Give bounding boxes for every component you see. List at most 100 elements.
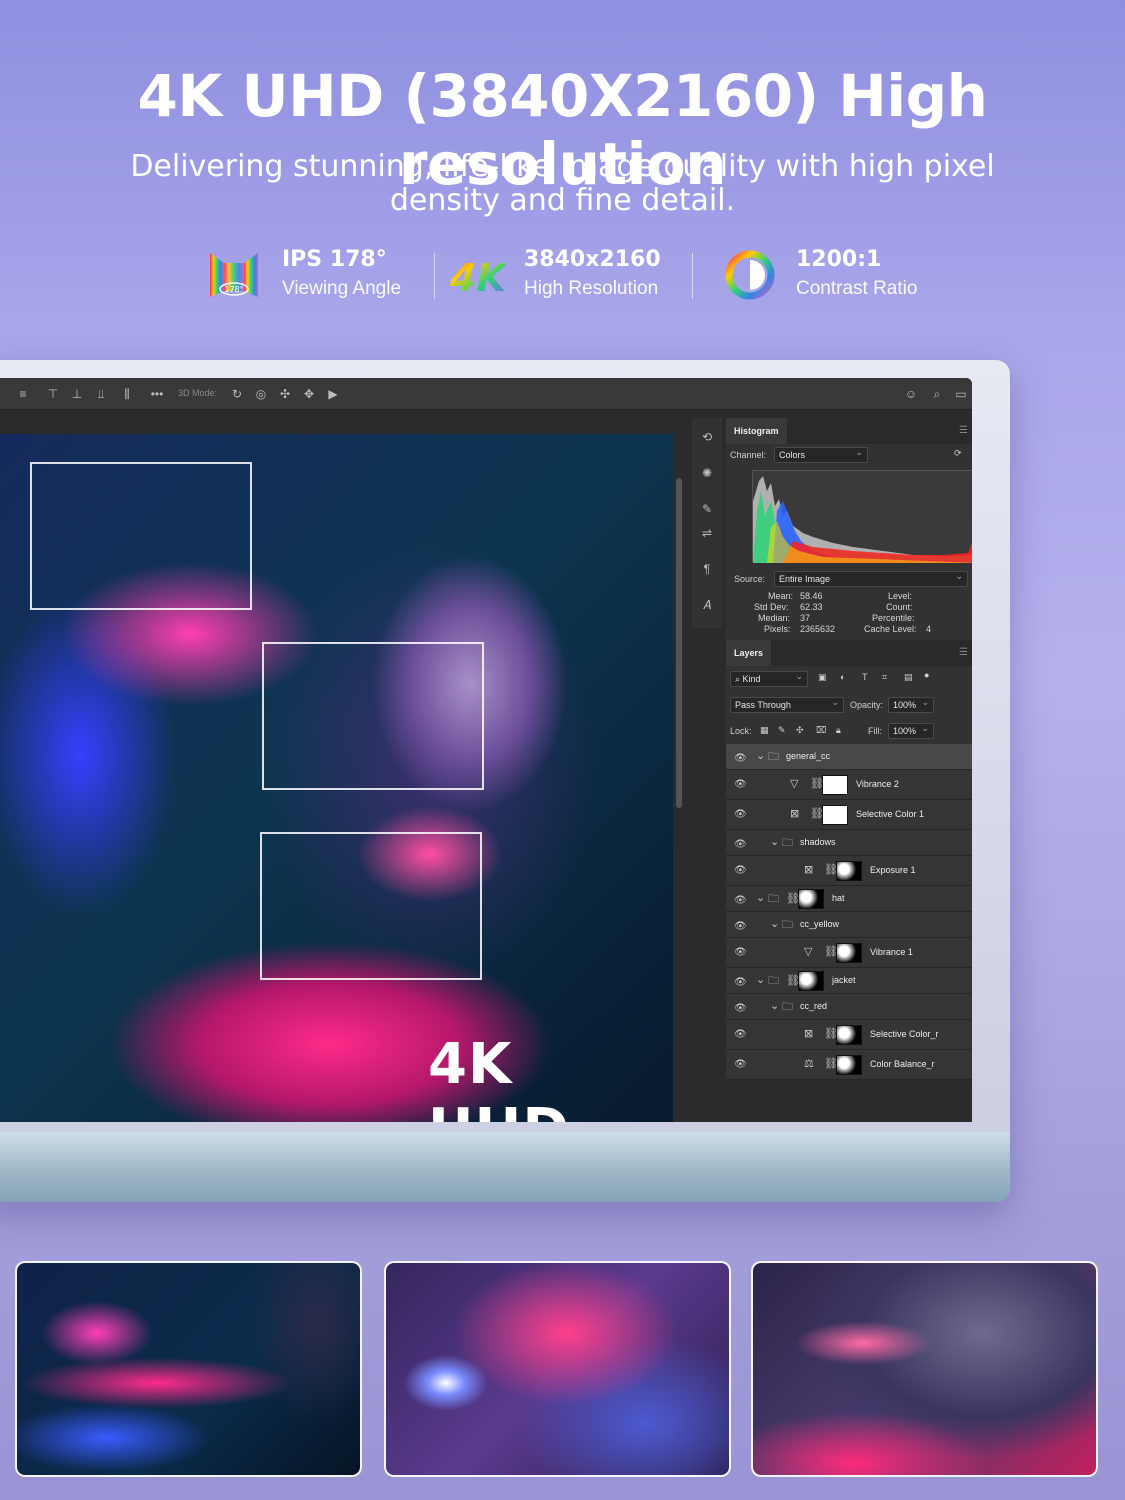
layer-filter-row: ⌕ Kind ▣ ◐ T ⌗ ▤ ● — [726, 666, 972, 692]
shape-filter-icon[interactable]: ⌗ — [882, 672, 887, 683]
3d-camera-icon[interactable]: ▶ — [326, 387, 340, 401]
visibility-eye-icon[interactable]: 👁︎ — [734, 947, 747, 959]
align-center-icon[interactable]: ≡ — [16, 387, 30, 401]
chevron-down-icon[interactable]: ⌄ — [756, 892, 765, 904]
visibility-eye-icon[interactable]: 👁︎ — [734, 753, 747, 765]
history-icon[interactable]: ⟲ — [700, 430, 714, 444]
feature-strip: 178° IPS 178° Viewing Angle 4K 3840x2160… — [200, 245, 940, 305]
visibility-eye-icon[interactable]: 👁︎ — [734, 1003, 747, 1015]
3d-slide-icon[interactable]: ✥ — [302, 387, 316, 401]
brightness-icon[interactable]: ✺ — [700, 466, 714, 480]
panel-menu-icon[interactable]: ☰ — [959, 425, 968, 436]
layer-mask-thumbnail[interactable] — [798, 971, 824, 991]
visibility-eye-icon[interactable]: 👁︎ — [734, 809, 747, 821]
folder-icon: 🗀︎ — [782, 837, 793, 849]
layer-mask-thumbnail[interactable] — [822, 805, 848, 825]
3d-rotate-icon[interactable]: ↻ — [230, 387, 244, 401]
adjustment-layer-icon: ▽ — [804, 946, 813, 958]
layer-row[interactable]: 👁︎ ⊠ ⛓︎ Exposure 1 — [726, 856, 972, 886]
adjust-sliders-icon[interactable]: ⇌ — [700, 526, 714, 540]
3d-roll-icon[interactable]: ◎ — [254, 387, 268, 401]
chevron-down-icon[interactable]: ⌄ — [756, 974, 765, 986]
visibility-eye-icon[interactable]: 👁︎ — [734, 865, 747, 877]
workspace-icon[interactable]: ▭ — [954, 387, 968, 401]
chevron-down-icon[interactable]: ⌄ — [770, 1000, 779, 1012]
adjustment-layer-icon: ⊠ — [804, 1028, 814, 1040]
chevron-down-icon[interactable]: ⌄ — [770, 836, 779, 848]
filter-toggle-icon[interactable]: ● — [924, 670, 929, 680]
lock-position-icon[interactable]: ✣ — [796, 725, 804, 736]
right-panel: Histogram ☰ Channel: Colors ⟳ Source: — [726, 418, 972, 1080]
user-icon[interactable]: ☺ — [904, 387, 918, 401]
layer-mask-thumbnail[interactable] — [836, 1055, 862, 1075]
visibility-eye-icon[interactable]: 👁︎ — [734, 779, 747, 791]
layer-row[interactable]: 👁︎ ⊠ ⛓︎ Selective Color 1 — [726, 800, 972, 830]
refresh-icon[interactable]: ⟳ — [954, 448, 962, 459]
layer-row[interactable]: 👁︎ ⊠ ⛓︎ Selective Color_r — [726, 1020, 972, 1050]
layer-row[interactable]: 👁︎ ⌄ 🗀︎ cc_red — [726, 994, 972, 1020]
search-icon[interactable]: ⌕ — [930, 387, 944, 401]
visibility-eye-icon[interactable]: 👁︎ — [734, 977, 747, 989]
options-toolbar: ≡ ⊤ ⊥ ⫫ ⫼ ••• 3D Mode: ↻ ◎ ✣ ✥ ▶ ☺ ⌕ ▭ — [0, 378, 972, 410]
layers-tab[interactable]: Layers — [726, 640, 772, 666]
canvas-scrollbar[interactable] — [676, 478, 682, 808]
adjustment-layer-icon: ⊠ — [804, 864, 814, 876]
chevron-down-icon[interactable]: ⌄ — [756, 750, 765, 762]
pixel-filter-icon[interactable]: ▣ — [818, 672, 827, 683]
smart-object-filter-icon[interactable]: ▤ — [904, 672, 913, 683]
layer-kind-filter[interactable]: ⌕ Kind — [730, 671, 808, 687]
align-top-icon[interactable]: ⊤ — [46, 387, 60, 401]
lock-artboard-icon[interactable]: ⌧ — [816, 725, 826, 736]
stat-pixels-label: Pixels: — [764, 624, 791, 634]
image-canvas[interactable]: 4K UHD — [0, 434, 673, 1122]
layer-row[interactable]: 👁︎ ▽ ⛓︎ Vibrance 1 — [726, 938, 972, 968]
layer-row[interactable]: 👁︎ ⌄ 🗀︎ shadows — [726, 830, 972, 856]
stat-median-label: Median: — [758, 613, 791, 623]
more-options-icon[interactable]: ••• — [150, 387, 164, 401]
layer-row[interactable]: 👁︎ ⌄ 🗀︎ ⛓︎ jacket — [726, 968, 972, 994]
folder-icon: 🗀︎ — [782, 919, 793, 931]
lock-transparent-icon[interactable]: ▦ — [760, 725, 769, 736]
visibility-eye-icon[interactable]: 👁︎ — [734, 1059, 747, 1071]
histogram-tab[interactable]: Histogram — [726, 418, 787, 444]
brush-icon[interactable]: ✎ — [700, 502, 714, 516]
layer-row[interactable]: 👁︎ ▽ ⛓︎ Vibrance 2 — [726, 770, 972, 800]
source-select[interactable]: Entire Image — [774, 571, 968, 587]
layer-row[interactable]: 👁︎ ⌄ 🗀︎ general_cc — [726, 744, 972, 770]
opacity-input[interactable]: 100% — [888, 697, 934, 713]
type-filter-icon[interactable]: T — [862, 672, 868, 682]
channel-select[interactable]: Colors — [774, 447, 868, 463]
source-label: Source: — [734, 574, 766, 584]
layer-name: Color Balance_r — [870, 1059, 935, 1069]
layer-row[interactable]: 👁︎ ⌄ 🗀︎ ⛓︎ hat — [726, 886, 972, 912]
panel-menu-icon[interactable]: ☰ — [959, 647, 968, 658]
layer-mask-thumbnail[interactable] — [836, 1025, 862, 1045]
3d-drag-icon[interactable]: ✣ — [278, 387, 292, 401]
chevron-down-icon[interactable]: ⌄ — [770, 918, 779, 930]
fill-input[interactable]: 100% — [888, 723, 934, 739]
stat-percentile-label: Percentile: — [872, 613, 915, 623]
layer-row[interactable]: 👁︎ ⚖︎ ⛓︎ Color Balance_r — [726, 1050, 972, 1080]
layer-mask-thumbnail[interactable] — [798, 889, 824, 909]
layers-tab-bar: Layers ☰ — [726, 640, 972, 666]
align-middle-icon[interactable]: ⊥ — [70, 387, 84, 401]
layer-mask-thumbnail[interactable] — [822, 775, 848, 795]
stat-stddev-value: 62.33 — [800, 602, 823, 612]
character-icon[interactable]: 𝐴 — [700, 598, 714, 612]
visibility-eye-icon[interactable]: 👁︎ — [734, 921, 747, 933]
stat-mean-label: Mean: — [768, 591, 794, 601]
layer-row[interactable]: 👁︎ ⌄ 🗀︎ cc_yellow — [726, 912, 972, 938]
lock-image-icon[interactable]: ✎ — [778, 725, 786, 736]
layer-mask-thumbnail[interactable] — [836, 861, 862, 881]
lock-all-icon[interactable]: 🔒︎ — [836, 725, 841, 736]
distribute-icon[interactable]: ⫼ — [120, 387, 134, 401]
visibility-eye-icon[interactable]: 👁︎ — [734, 895, 747, 907]
layer-mask-thumbnail[interactable] — [836, 943, 862, 963]
paragraph-icon[interactable]: ¶ — [700, 562, 714, 576]
visibility-eye-icon[interactable]: 👁︎ — [734, 1029, 747, 1041]
svg-text:178°: 178° — [224, 285, 243, 294]
blend-mode-select[interactable]: Pass Through — [730, 697, 844, 713]
visibility-eye-icon[interactable]: 👁︎ — [734, 839, 747, 851]
align-bottom-icon[interactable]: ⫫ — [94, 387, 108, 401]
adjustment-filter-icon[interactable]: ◐ — [840, 672, 845, 682]
